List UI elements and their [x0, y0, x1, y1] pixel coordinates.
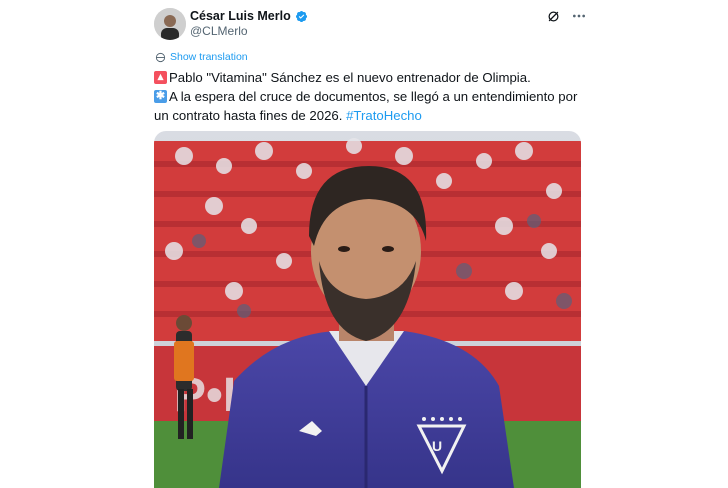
author-name-row[interactable]: César Luis Merlo: [190, 8, 308, 24]
author-handle[interactable]: @CLMerlo: [190, 24, 248, 38]
more-icon[interactable]: [571, 8, 587, 24]
tweet-line-1: ▴ Pablo "Vitamina" Sánchez es el nuevo en…: [154, 68, 594, 87]
tweet-text: ▴ Pablo "Vitamina" Sánchez es el nuevo en…: [154, 68, 594, 125]
show-translation-link[interactable]: Show translation: [155, 51, 248, 63]
avatar[interactable]: [154, 8, 186, 40]
coach-photo-illustration: P•KEO U: [154, 131, 581, 488]
grok-icon[interactable]: [545, 8, 561, 24]
siren-emoji-icon: ▴: [154, 71, 167, 84]
asterisk-emoji-icon: ✱: [154, 90, 167, 103]
hashtag-link[interactable]: #TratoHecho: [346, 108, 422, 123]
tweet-line-2: ✱ A la espera del cruce de documentos, se…: [154, 87, 594, 125]
tweet-line-1-text: Pablo "Vitamina" Sánchez es el nuevo ent…: [169, 70, 531, 85]
translate-icon: [155, 52, 166, 62]
tweet-photo[interactable]: P•KEO U: [154, 131, 581, 488]
svg-text:U: U: [432, 438, 442, 454]
verified-badge-icon: [295, 10, 307, 22]
author-name[interactable]: César Luis Merlo: [190, 9, 291, 23]
tweet-actions: [545, 8, 587, 24]
show-translation-label[interactable]: Show translation: [170, 51, 248, 63]
